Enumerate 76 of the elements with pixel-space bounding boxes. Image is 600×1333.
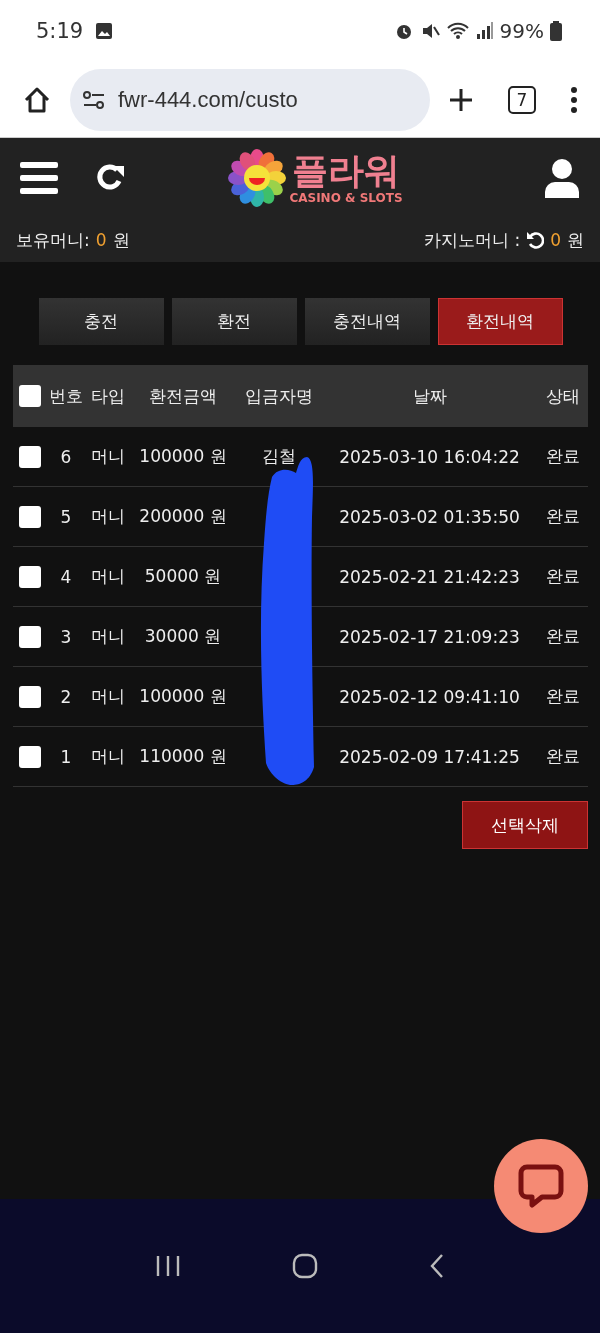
table-cell-text: 6: [59, 446, 73, 467]
logo-subtitle: CASINO & SLOTS: [289, 191, 403, 205]
table-cell-text: 완료: [545, 625, 581, 648]
table-cell-text: 110000 원: [138, 745, 228, 768]
table-cell-text: 2025-02-21 21:42:23: [338, 566, 521, 587]
table-cell-text: 머니: [90, 625, 126, 648]
recent-apps-icon[interactable]: [155, 1254, 182, 1278]
column-header: 입금자명: [244, 384, 314, 408]
menu-icon[interactable]: [20, 162, 58, 194]
row-checkbox[interactable]: [19, 505, 41, 528]
row-checkbox[interactable]: [19, 565, 41, 588]
tab[interactable]: 충전: [38, 298, 164, 345]
flower-logo-icon: [227, 148, 288, 208]
battery-icon: [550, 21, 562, 41]
column-header: 날짜: [411, 384, 448, 408]
select-all-checkbox[interactable]: [19, 385, 41, 407]
table-cell-text: 2025-02-17 21:09:23: [338, 626, 521, 647]
chat-icon: [518, 1164, 564, 1208]
held-money-value: 0: [95, 230, 107, 250]
logo-title: 플라워: [292, 151, 400, 191]
column-header: 환전금액: [148, 384, 218, 408]
back-icon[interactable]: [428, 1253, 445, 1279]
casino-money-label: 카지노머니 :: [424, 228, 521, 252]
table-cell-text: 완료: [545, 505, 581, 528]
table-cell-text: 2025-03-10 16:04:22: [338, 446, 521, 467]
table-cell-text: 머니: [90, 565, 126, 588]
table-cell-text: 200000 원: [138, 505, 228, 528]
column-header: 타입: [90, 384, 126, 408]
table-cell-text: 4: [59, 566, 73, 587]
tab[interactable]: 환전내역: [437, 298, 563, 345]
row-checkbox[interactable]: [19, 745, 41, 768]
tab-count-button[interactable]: 7: [508, 85, 536, 114]
column-header: 번호: [48, 384, 84, 408]
new-tab-icon[interactable]: [448, 86, 474, 113]
table-cell-text: 50000 원: [143, 565, 223, 588]
table-cell-text: 머니: [90, 745, 126, 768]
held-money-unit: 원: [112, 228, 130, 252]
casino-money-value: 0: [550, 230, 561, 250]
table-cell-text: 완료: [545, 745, 581, 768]
site-settings-icon[interactable]: [82, 89, 106, 110]
image-icon: [95, 22, 114, 40]
wifi-icon: [445, 21, 470, 41]
delete-selected-button[interactable]: 선택삭제: [462, 801, 588, 849]
casino-money-unit: 원: [567, 228, 584, 252]
table-cell-text: 머니: [90, 685, 126, 708]
table-cell-text: 2025-03-02 01:35:50: [338, 506, 521, 527]
held-money-label: 보유머니:: [16, 228, 90, 252]
table-cell-text: 2: [59, 686, 73, 707]
column-header: 상태: [545, 384, 581, 408]
signal-icon: [475, 21, 494, 41]
tab[interactable]: 환전: [171, 298, 297, 345]
table-cell-text: 완료: [545, 445, 581, 468]
home-icon[interactable]: [292, 1253, 318, 1279]
table-cell-text: 100000 원: [138, 445, 228, 468]
table-cell-text: 2025-02-12 09:41:10: [338, 686, 521, 707]
tab[interactable]: 충전내역: [304, 298, 430, 345]
row-checkbox[interactable]: [19, 685, 41, 708]
table-cell: 김철: [262, 446, 296, 466]
table-cell-text: 머니: [90, 505, 126, 528]
table-cell-text: 완료: [545, 565, 581, 588]
battery-level: 99%: [499, 19, 544, 43]
table-cell-text: 5: [59, 506, 73, 527]
table-cell-text: 3: [59, 626, 73, 647]
table-cell-text: 2025-02-09 17:41:25: [338, 746, 521, 767]
table-cell-text: 100000 원: [138, 685, 228, 708]
more-icon[interactable]: [570, 86, 578, 113]
table-cell-text: 30000 원: [143, 625, 223, 648]
user-icon[interactable]: [544, 158, 580, 198]
table-cell-text: 머니: [90, 445, 126, 468]
table-cell-text: 완료: [545, 685, 581, 708]
refresh-icon[interactable]: [526, 231, 545, 249]
row-checkbox[interactable]: [19, 625, 41, 648]
status-time: 5:19: [36, 19, 84, 43]
address-bar[interactable]: fwr-444.com/custo: [70, 68, 430, 131]
table-cell-text: 1: [59, 746, 73, 767]
row-checkbox[interactable]: [19, 445, 41, 468]
